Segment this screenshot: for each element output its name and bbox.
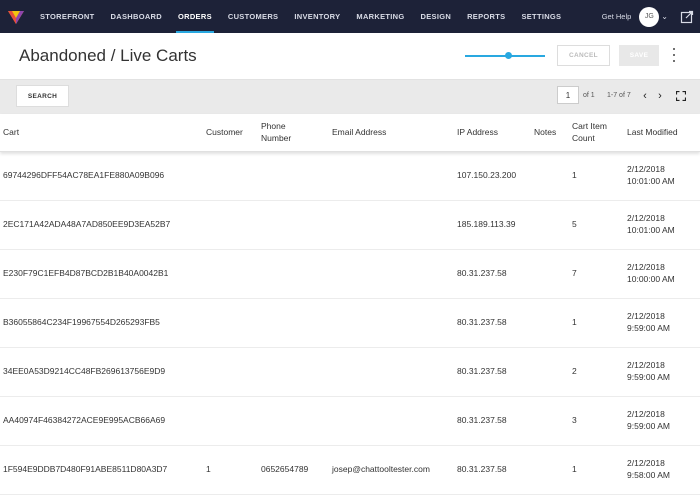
external-link-icon[interactable] xyxy=(680,10,694,24)
table-row[interactable]: B36055864C234F19967554D265293FB5 80.31.23… xyxy=(0,299,700,348)
nav-item-inventory[interactable]: INVENTORY xyxy=(286,0,348,33)
item-count-cell: 7 xyxy=(572,268,577,278)
col-count-line1[interactable]: Cart Item xyxy=(572,121,607,132)
grid-toolbar: SEARCH 1 of 1 1-7 of 7 ‹ › xyxy=(0,80,700,114)
toggle-slider-knob[interactable] xyxy=(505,52,512,59)
logo-icon[interactable] xyxy=(0,0,32,33)
phone-cell: 0652654789 xyxy=(261,464,309,474)
customer-cell: 1 xyxy=(206,464,211,474)
col-cart[interactable]: Cart xyxy=(3,127,19,138)
nav-item-design[interactable]: DESIGN xyxy=(413,0,460,33)
ip-cell: 80.31.237.58 xyxy=(457,366,507,376)
modified-time-cell: 10:00:00 AM xyxy=(627,274,675,284)
cart-id-cell: 2EC171A42ADA48A7AD850EE9D3EA52B7 xyxy=(3,219,171,229)
table-row[interactable]: 2EC171A42ADA48A7AD850EE9D3EA52B7 185.189.… xyxy=(0,201,700,250)
nav-item-dashboard[interactable]: DASHBOARD xyxy=(103,0,170,33)
ip-cell: 80.31.237.58 xyxy=(457,317,507,327)
modified-time-cell: 10:01:00 AM xyxy=(627,176,675,186)
table-row[interactable]: AA40974F46384272ACE9E995ACB66A69 80.31.23… xyxy=(0,397,700,446)
item-count-cell: 1 xyxy=(572,317,577,327)
col-phone-line1[interactable]: Phone xyxy=(261,121,286,132)
modified-date-cell: 2/12/2018 xyxy=(627,213,665,223)
ip-cell: 185.189.113.39 xyxy=(457,219,516,229)
search-button[interactable]: SEARCH xyxy=(16,85,69,107)
modified-time-cell: 9:59:00 AM xyxy=(627,372,671,382)
ip-cell: 107.150.23.200 xyxy=(457,170,517,180)
modified-time-cell: 9:59:00 AM xyxy=(627,421,671,431)
nav-item-customers[interactable]: CUSTOMERS xyxy=(220,0,286,33)
item-count-cell: 5 xyxy=(572,219,577,229)
nav-item-settings[interactable]: SETTINGS xyxy=(513,0,569,33)
col-customer[interactable]: Customer xyxy=(206,127,243,138)
cart-id-cell: AA40974F46384272ACE9E995ACB66A69 xyxy=(3,415,166,425)
prev-page-icon[interactable]: ‹ xyxy=(640,90,650,102)
col-phone-line2[interactable]: Number xyxy=(261,133,291,144)
col-notes[interactable]: Notes xyxy=(534,127,556,138)
modified-time-cell: 9:58:00 AM xyxy=(627,470,671,480)
table-row[interactable]: E230F79C1EFB4D87BCD2B1B40A0042B1 80.31.23… xyxy=(0,250,700,299)
table-row[interactable]: 1F594E9DDB7D480F91ABE8511D80A3D7 1 0652654… xyxy=(0,446,700,495)
modified-date-cell: 2/12/2018 xyxy=(627,164,665,174)
modified-date-cell: 2/12/2018 xyxy=(627,458,665,468)
email-cell: josep@chattooltester.com xyxy=(332,464,430,474)
nav-right: Get Help JG ⌄ xyxy=(602,0,700,33)
page-number-input[interactable]: 1 xyxy=(557,86,579,104)
cart-id-cell: E230F79C1EFB4D87BCD2B1B40A0042B1 xyxy=(3,268,169,278)
more-options-icon[interactable] xyxy=(670,48,678,62)
cart-id-cell: B36055864C234F19967554D265293FB5 xyxy=(3,317,160,327)
nav-item-marketing[interactable]: MARKETING xyxy=(348,0,412,33)
col-email[interactable]: Email Address xyxy=(332,127,386,138)
table-body: 69744296DFF54AC78EA1FE880A09B096 107.150.… xyxy=(0,152,700,495)
ip-cell: 80.31.237.58 xyxy=(457,268,507,278)
top-nav: STOREFRONT DASHBOARD ORDERS CUSTOMERS INVENT… xyxy=(0,0,700,33)
item-count-cell: 2 xyxy=(572,366,577,376)
cart-id-cell: 69744296DFF54AC78EA1FE880A09B096 xyxy=(3,170,165,180)
item-count-cell: 3 xyxy=(572,415,577,425)
table-row[interactable]: 34EE0A53D9214CC48FB269613756E9D9 80.31.23… xyxy=(0,348,700,397)
get-help-link[interactable]: Get Help xyxy=(602,12,632,21)
modified-date-cell: 2/12/2018 xyxy=(627,311,665,321)
next-page-icon[interactable]: › xyxy=(655,90,665,102)
ip-cell: 80.31.237.58 xyxy=(457,464,507,474)
modified-date-cell: 2/12/2018 xyxy=(627,409,665,419)
page-header: Abandoned / Live Carts CANCEL SAVE xyxy=(0,33,700,80)
page-title: Abandoned / Live Carts xyxy=(19,46,197,65)
nav-items: STOREFRONT DASHBOARD ORDERS CUSTOMERS INVENT… xyxy=(32,0,569,33)
avatar[interactable]: JG xyxy=(639,6,660,27)
cart-id-cell: 34EE0A53D9214CC48FB269613756E9D9 xyxy=(3,366,166,376)
modified-date-cell: 2/12/2018 xyxy=(627,360,665,370)
page-total: of 1 xyxy=(583,92,595,99)
table-header: Cart Customer Phone Number Email Address… xyxy=(0,114,700,152)
expand-icon[interactable] xyxy=(676,91,686,101)
item-count-cell: 1 xyxy=(572,170,577,180)
record-range: 1-7 of 7 xyxy=(607,92,631,99)
nav-item-reports[interactable]: REPORTS xyxy=(459,0,513,33)
modified-time-cell: 10:01:00 AM xyxy=(627,225,675,235)
col-ip[interactable]: IP Address xyxy=(457,127,498,138)
cancel-button[interactable]: CANCEL xyxy=(557,45,610,66)
ip-cell: 80.31.237.58 xyxy=(457,415,507,425)
nav-item-storefront[interactable]: STOREFRONT xyxy=(32,0,103,33)
cart-id-cell: 1F594E9DDB7D480F91ABE8511D80A3D7 xyxy=(3,464,168,474)
chevron-down-icon[interactable]: ⌄ xyxy=(661,12,668,21)
modified-date-cell: 2/12/2018 xyxy=(627,262,665,272)
table-row[interactable]: 69744296DFF54AC78EA1FE880A09B096 107.150.… xyxy=(0,152,700,201)
save-button[interactable]: SAVE xyxy=(619,45,659,66)
modified-time-cell: 9:59:00 AM xyxy=(627,323,671,333)
col-modified[interactable]: Last Modified xyxy=(627,127,678,138)
col-count-line2[interactable]: Count xyxy=(572,133,595,144)
nav-item-orders[interactable]: ORDERS xyxy=(170,0,220,33)
item-count-cell: 1 xyxy=(572,464,577,474)
